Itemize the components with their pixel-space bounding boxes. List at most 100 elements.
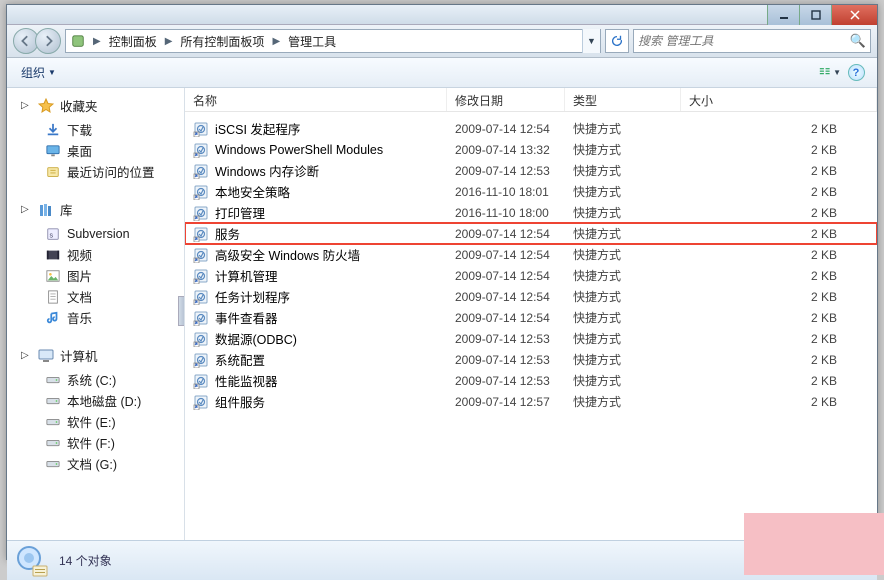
file-type: 快捷方式 [565, 288, 681, 305]
forward-button[interactable] [35, 28, 61, 54]
computer-icon [38, 348, 54, 364]
file-size: 2 KB [681, 290, 877, 304]
expand-icon: ▷ [21, 100, 32, 111]
file-row[interactable]: 打印管理2016-11-10 18:00快捷方式2 KB [185, 202, 877, 223]
pane-splitter[interactable] [178, 296, 184, 326]
nav-item-label: 下载 [67, 120, 92, 139]
column-size[interactable]: 大小 [681, 88, 877, 111]
file-row[interactable]: Windows 内存诊断2009-07-14 12:53快捷方式2 KB [185, 160, 877, 181]
file-row[interactable]: 数据源(ODBC)2009-07-14 12:53快捷方式2 KB [185, 328, 877, 349]
breadcrumb-segment[interactable]: 管理工具 [283, 30, 341, 52]
file-row[interactable]: 事件查看器2009-07-14 12:54快捷方式2 KB [185, 307, 877, 328]
explorer-window: ▶ 控制面板 ▶ 所有控制面板项 ▶ 管理工具 ▼ 🔍 组织 ▼ ▼ ? ▷ 收藏… [6, 4, 878, 560]
file-type: 快捷方式 [565, 246, 681, 263]
file-name: 高级安全 Windows 防火墙 [215, 245, 360, 264]
organize-menu-button[interactable]: 组织 ▼ [15, 62, 62, 83]
file-size: 2 KB [681, 395, 877, 409]
file-name: iSCSI 发起程序 [215, 119, 300, 138]
recent-icon [45, 164, 61, 180]
nav-item[interactable]: 文档 [7, 286, 184, 307]
nav-group-label: 收藏夹 [60, 96, 98, 115]
file-type: 快捷方式 [565, 183, 681, 200]
maximize-button[interactable] [799, 5, 831, 25]
nav-item[interactable]: 文档 (G:) [7, 453, 184, 474]
nav-group-header[interactable]: ▷计算机 [7, 344, 184, 369]
file-size: 2 KB [681, 248, 877, 262]
nav-item-label: 音乐 [67, 308, 92, 327]
minimize-button[interactable] [767, 5, 799, 25]
file-size: 2 KB [681, 311, 877, 325]
nav-item[interactable]: 视频 [7, 244, 184, 265]
file-type: 快捷方式 [565, 267, 681, 284]
breadcrumb-root-icon[interactable] [66, 30, 90, 52]
drive-icon [45, 372, 61, 388]
search-icon[interactable]: 🔍 [850, 33, 866, 49]
file-row[interactable]: 高级安全 Windows 防火墙2009-07-14 12:54快捷方式2 KB [185, 244, 877, 265]
file-row[interactable]: 组件服务2009-07-14 12:57快捷方式2 KB [185, 391, 877, 412]
chevron-down-icon: ▼ [48, 68, 56, 77]
close-button[interactable] [831, 5, 877, 25]
view-options-button[interactable]: ▼ [819, 62, 841, 84]
nav-item[interactable]: sSubversion [7, 223, 184, 244]
nav-item[interactable]: 本地磁盘 (D:) [7, 390, 184, 411]
nav-item[interactable]: 下载 [7, 119, 184, 140]
expand-icon: ▷ [21, 204, 32, 215]
breadcrumb-segment[interactable]: 控制面板 [104, 30, 162, 52]
column-date[interactable]: 修改日期 [447, 88, 565, 111]
nav-group-header[interactable]: ▷库 [7, 198, 184, 223]
file-size: 2 KB [681, 122, 877, 136]
shortcut-icon [193, 352, 209, 368]
file-type: 快捷方式 [565, 372, 681, 389]
nav-item[interactable]: 图片 [7, 265, 184, 286]
chevron-right-icon[interactable]: ▶ [269, 36, 283, 47]
file-name: 数据源(ODBC) [215, 329, 297, 348]
file-name: 性能监视器 [215, 371, 278, 390]
breadcrumb[interactable]: ▶ 控制面板 ▶ 所有控制面板项 ▶ 管理工具 ▼ [65, 29, 601, 53]
address-dropdown-button[interactable]: ▼ [582, 29, 600, 53]
file-size: 2 KB [681, 185, 877, 199]
svg-text:s: s [50, 232, 54, 239]
column-headers[interactable]: 名称 修改日期 类型 大小 [185, 88, 877, 112]
file-date: 2009-07-14 13:32 [447, 143, 565, 157]
nav-item[interactable]: 最近访问的位置 [7, 161, 184, 182]
file-row[interactable]: 任务计划程序2009-07-14 12:54快捷方式2 KB [185, 286, 877, 307]
refresh-button[interactable] [605, 29, 629, 53]
file-row[interactable]: Windows PowerShell Modules2009-07-14 13:… [185, 139, 877, 160]
breadcrumb-segment[interactable]: 所有控制面板项 [175, 30, 269, 52]
file-row[interactable]: 系统配置2009-07-14 12:53快捷方式2 KB [185, 349, 877, 370]
search-box[interactable]: 🔍 [633, 29, 871, 53]
file-row[interactable]: 计算机管理2009-07-14 12:54快捷方式2 KB [185, 265, 877, 286]
file-row[interactable]: iSCSI 发起程序2009-07-14 12:54快捷方式2 KB [185, 118, 877, 139]
status-text: 14 个对象 [59, 552, 112, 569]
nav-group-header[interactable]: ▷ 收藏夹 [7, 94, 184, 119]
file-row[interactable]: 性能监视器2009-07-14 12:53快捷方式2 KB [185, 370, 877, 391]
nav-item[interactable]: 系统 (C:) [7, 369, 184, 390]
nav-item[interactable]: 软件 (F:) [7, 432, 184, 453]
column-type[interactable]: 类型 [565, 88, 681, 111]
search-input[interactable] [638, 34, 850, 48]
doc-icon [45, 289, 61, 305]
file-type: 快捷方式 [565, 120, 681, 137]
help-button[interactable]: ? [845, 62, 867, 84]
file-row[interactable]: 本地安全策略2016-11-10 18:01快捷方式2 KB [185, 181, 877, 202]
chevron-right-icon[interactable]: ▶ [162, 36, 176, 47]
nav-item-label: 软件 (F:) [67, 433, 115, 452]
status-icon [15, 544, 49, 578]
file-type: 快捷方式 [565, 309, 681, 326]
address-bar: ▶ 控制面板 ▶ 所有控制面板项 ▶ 管理工具 ▼ 🔍 [7, 25, 877, 58]
chevron-right-icon[interactable]: ▶ [90, 36, 104, 47]
nav-item[interactable]: 音乐 [7, 307, 184, 328]
file-type: 快捷方式 [565, 393, 681, 410]
file-size: 2 KB [681, 269, 877, 283]
nav-item[interactable]: 桌面 [7, 140, 184, 161]
nav-item-label: 桌面 [67, 141, 92, 160]
column-name[interactable]: 名称 [185, 88, 447, 111]
nav-item-label: 本地磁盘 (D:) [67, 391, 141, 410]
navigation-pane[interactable]: ▷ 收藏夹下载桌面最近访问的位置 ▷库sSubversion视频图片文档音乐 ▷计算机… [7, 88, 185, 540]
file-row[interactable]: 服务2009-07-14 12:54快捷方式2 KB [185, 223, 877, 244]
nav-item[interactable]: 软件 (E:) [7, 411, 184, 432]
file-name: Windows 内存诊断 [215, 161, 319, 180]
file-date: 2009-07-14 12:54 [447, 290, 565, 304]
nav-item-label: 系统 (C:) [67, 370, 116, 389]
drive-icon [45, 435, 61, 451]
